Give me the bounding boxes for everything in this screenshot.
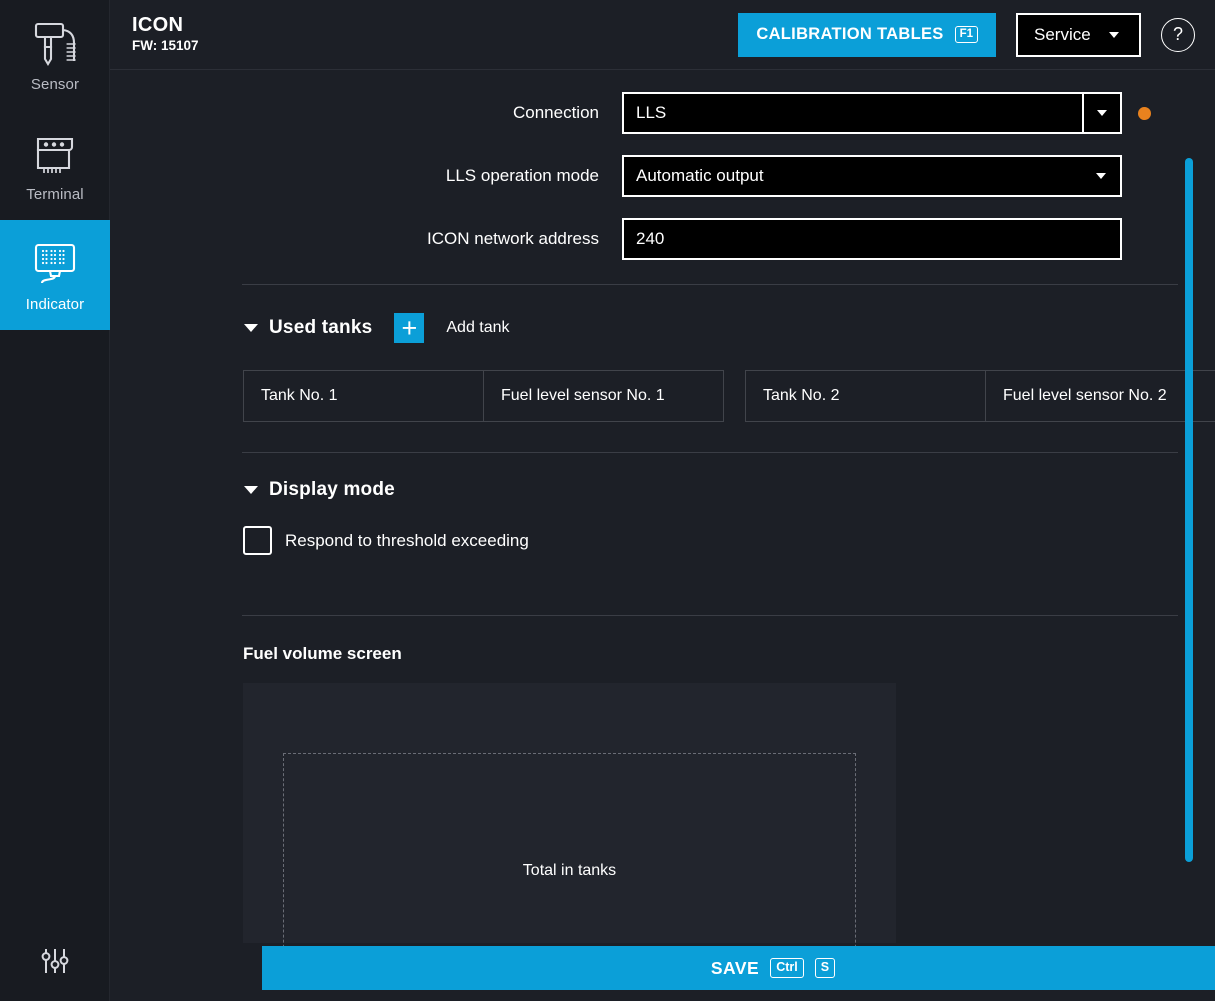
sidebar: Sensor Terminal Indicator (0, 0, 110, 1001)
chevron-down-icon (1108, 31, 1119, 38)
threshold-checkbox-row: Respond to threshold exceeding (110, 526, 1215, 555)
connection-form: Connection LLS LLS operation mode Automa… (110, 70, 1215, 260)
tank-sensor-cell: Fuel level sensor No. 2 (985, 371, 1215, 421)
add-tank-button[interactable]: + (394, 313, 425, 343)
form-row-lls-operation-mode: LLS operation mode Automatic output (110, 155, 1215, 197)
sidebar-item-label: Terminal (26, 186, 84, 203)
fuel-volume-screen-title: Fuel volume screen (243, 644, 402, 663)
icon-network-address-label: ICON network address (427, 229, 599, 248)
tank-card[interactable]: Tank No. 1 Fuel level sensor No. 1 (243, 370, 724, 422)
vertical-scrollbar-thumb[interactable] (1185, 158, 1193, 862)
chevron-down-icon (1097, 110, 1107, 116)
save-shortcut-ctrl-keycap: Ctrl (770, 958, 804, 978)
sidebar-item-label: Indicator (25, 296, 85, 313)
save-label: SAVE (710, 957, 760, 978)
chevron-down-icon (1096, 173, 1106, 179)
indicator-display-icon (28, 237, 82, 293)
icon-network-address-field-wrap (622, 218, 1122, 260)
display-mode-title: Display mode (269, 479, 395, 500)
tank-sensor-cell: Fuel level sensor No. 1 (483, 371, 723, 421)
connection-select-value: LLS (636, 103, 667, 122)
save-shortcut-s-keycap: S (814, 958, 836, 978)
fuel-volume-screen-panel: Total in tanks (243, 683, 896, 983)
tank-number-cell: Tank No. 2 (763, 387, 840, 404)
lls-operation-mode-field-wrap: Automatic output (622, 155, 1122, 197)
connection-select-arrow[interactable] (1082, 94, 1120, 132)
used-tanks-title: Used tanks (269, 317, 373, 338)
title-block: ICON FW: 15107 (132, 14, 199, 55)
connection-select[interactable]: LLS (622, 92, 1122, 134)
calibration-shortcut-keycap: F1 (954, 26, 978, 43)
vertical-scrollbar-track[interactable] (1185, 158, 1193, 862)
sidebar-item-indicator[interactable]: Indicator (0, 220, 110, 330)
form-row-connection: Connection LLS (110, 92, 1215, 134)
header-actions: CALIBRATION TABLES F1 Service ? (738, 12, 1195, 57)
sidebar-item-label: Sensor (30, 76, 80, 93)
divider-above-display-mode (242, 452, 1178, 453)
calibration-tables-label: CALIBRATION TABLES (756, 25, 944, 43)
form-row-icon-network-address: ICON network address (110, 218, 1215, 260)
firmware-version: FW: 15107 (132, 38, 199, 53)
status-indicator-dot (1138, 106, 1151, 120)
sliders-icon (37, 943, 73, 984)
page-title: ICON (132, 14, 184, 36)
content-scroll-area: Connection LLS LLS operation mode Automa… (110, 70, 1215, 1001)
service-dropdown-value: Service (1034, 24, 1091, 44)
app-window: Sensor Terminal Indicator ICON FW: 15107… (0, 0, 1215, 1001)
main-area: ICON FW: 15107 CALIBRATION TABLES F1 Ser… (110, 0, 1215, 1001)
collapse-triangle-icon[interactable] (244, 324, 258, 332)
lls-operation-mode-value: Automatic output (636, 166, 764, 185)
divider-above-fuel-volume (242, 615, 1178, 616)
header-bar: ICON FW: 15107 CALIBRATION TABLES F1 Ser… (110, 0, 1215, 70)
tank-card[interactable]: Tank No. 2 Fuel level sensor No. 2 (745, 370, 1215, 422)
respond-to-threshold-checkbox[interactable] (243, 526, 272, 555)
calibration-tables-button[interactable]: CALIBRATION TABLES F1 (738, 12, 996, 57)
add-tank-label[interactable]: Add tank (446, 319, 509, 337)
sidebar-item-terminal[interactable]: Terminal (0, 110, 110, 220)
total-in-tanks-label: Total in tanks (522, 862, 617, 879)
lls-operation-mode-select[interactable]: Automatic output (622, 155, 1122, 197)
fuel-probe-icon (28, 17, 82, 73)
icon-network-address-input[interactable] (622, 218, 1122, 260)
tank-number-cell: Tank No. 1 (261, 387, 338, 404)
save-button[interactable]: SAVE Ctrl S (262, 946, 1215, 990)
used-tanks-header: Used tanks + Add tank (110, 313, 1215, 343)
settings-sliders-button[interactable] (0, 933, 110, 993)
sidebar-item-sensor[interactable]: Sensor (0, 0, 110, 110)
respond-to-threshold-label: Respond to threshold exceeding (285, 530, 529, 550)
divider-above-used-tanks (242, 284, 1178, 285)
connection-field-wrap: LLS (622, 92, 1151, 134)
lls-operation-mode-arrow[interactable] (1082, 157, 1120, 195)
service-dropdown[interactable]: Service (1016, 12, 1141, 57)
help-button[interactable]: ? (1161, 17, 1195, 52)
terminal-box-icon (28, 127, 82, 183)
plus-icon: + (401, 313, 418, 343)
collapse-triangle-icon[interactable] (244, 486, 258, 494)
lls-operation-mode-label: LLS operation mode (445, 166, 599, 185)
connection-label: Connection (512, 103, 599, 122)
used-tanks-list: Tank No. 1 Fuel level sensor No. 1 Tank … (110, 370, 1215, 422)
display-mode-header: Display mode (110, 479, 1215, 501)
